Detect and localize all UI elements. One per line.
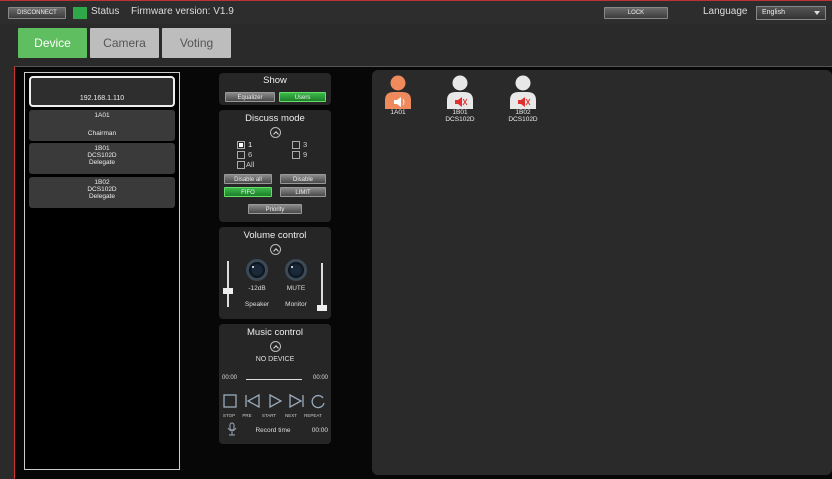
volume-control-panel: Volume control -12dB MUTE Speaker Monito… [219,227,331,319]
seat-id: 1B01 [452,109,468,116]
monitor-volume-value: MUTE [286,285,306,292]
seat-id: 1A01 [390,109,406,116]
disable-button[interactable]: Disable [280,174,326,184]
firmware-version: Firmware version: V1.9 [131,6,234,17]
pre-label: PRE [242,413,252,418]
speaker-slider[interactable] [227,261,229,307]
collapse-icon[interactable] [270,244,281,255]
collapse-icon[interactable] [270,341,281,352]
seat-model: DCS102D [508,116,538,123]
host-device-item[interactable]: 192.168.1.110 [29,76,175,107]
seat-1b01[interactable]: 1B01 DCS102D [440,75,480,123]
muted-person-icon [510,75,536,109]
music-time-start: 00:00 [222,375,238,381]
device-id: 1B01 [94,145,110,152]
record-time-label: Record time [255,427,291,434]
device-id: 1B02 [94,179,110,186]
language-value: English [762,9,785,16]
fifo-button[interactable]: FIFO [224,187,272,197]
list-item[interactable]: 1B01 DCS102D Delegate [29,143,175,174]
discuss-option-label: 9 [303,150,308,159]
priority-button[interactable]: Priority [248,204,302,214]
language-select[interactable]: English [756,6,826,20]
seat-1a01[interactable]: 1A01 [378,75,418,116]
status-indicator [73,7,87,19]
discuss-option-label: 1 [248,140,253,149]
volume-control-title: Volume control [243,230,307,241]
monitor-label: Monitor [285,301,307,308]
show-title: Show [263,75,287,86]
previous-icon[interactable] [245,393,260,409]
device-role: Delegate [88,193,116,200]
repeat-label: REPEAT [304,413,322,418]
music-control-title: Music control [247,327,303,338]
seat-1b02[interactable]: 1B02 DCS102D [503,75,543,123]
users-button[interactable]: Users [279,92,326,102]
start-label: START [261,413,277,418]
speaker-slider-thumb[interactable] [223,288,233,294]
status-label: Status [91,6,120,17]
play-icon[interactable] [269,393,283,409]
device-id: 1A01 [94,112,110,119]
lock-button[interactable]: LOCK [604,7,668,19]
host-ip: 192.168.1.110 [79,95,125,102]
equalizer-button[interactable]: Equalizer [225,92,275,102]
music-progress-bar[interactable] [246,379,302,380]
limit-button[interactable]: LIMIT [280,187,326,197]
monitor-slider-thumb[interactable] [317,305,327,311]
stop-label: STOP [222,413,236,418]
tab-voting[interactable]: Voting [162,28,231,58]
next-label: NEXT [284,413,297,418]
show-panel: Show Equalizer Users [219,73,331,105]
seat-map-panel [372,70,832,475]
music-control-panel: Music control NO DEVICE 00:00 00:00 STOP… [219,324,331,444]
repeat-icon[interactable] [311,394,325,409]
list-item[interactable]: 1B02 DCS102D Delegate [29,177,175,208]
music-device-status: NO DEVICE [255,356,295,363]
chevron-down-icon [814,11,820,15]
device-model: DCS102D [87,186,117,193]
discuss-option-label: 6 [248,150,253,159]
discuss-option-label: All [246,160,255,169]
discuss-option-3-checkbox[interactable] [292,141,300,149]
next-icon[interactable] [289,393,304,409]
seat-id: 1B02 [515,109,531,116]
speaker-volume-knob[interactable] [246,259,268,281]
seat-model: DCS102D [445,116,475,123]
microphone-icon[interactable] [227,422,237,436]
tab-camera[interactable]: Camera [90,28,159,58]
discuss-option-1-checkbox[interactable] [237,141,245,149]
discuss-mode-panel: Discuss mode 1 3 6 9 All Disable all Dis… [219,110,331,222]
speaker-volume-value: -12dB [248,285,266,292]
firmware-value: V1.9 [213,6,234,17]
language-label: Language [703,6,748,17]
discuss-mode-title: Discuss mode [245,113,305,124]
list-item[interactable]: 1A01 Chairman [29,110,175,141]
discuss-option-all-checkbox[interactable] [237,161,245,169]
firmware-label: Firmware version: [131,6,211,17]
music-time-end: 00:00 [312,375,328,381]
discuss-option-label: 3 [303,140,308,149]
device-role: Chairman [87,130,117,137]
monitor-slider[interactable] [321,263,323,309]
collapse-icon[interactable] [270,127,281,138]
disconnect-button[interactable]: DISCONNECT [8,7,66,19]
top-bar: DISCONNECT Status Firmware version: V1.9… [0,0,832,24]
speaker-label: Speaker [244,301,270,308]
discuss-option-6-checkbox[interactable] [237,151,245,159]
device-model: DCS102D [87,152,117,159]
device-role: Delegate [88,159,116,166]
speaking-person-icon [385,75,411,109]
tab-device[interactable]: Device [18,28,87,58]
record-time-value: 00:00 [311,427,328,434]
monitor-volume-knob[interactable] [285,259,307,281]
muted-person-icon [447,75,473,109]
stop-icon[interactable] [223,394,237,408]
disable-all-button[interactable]: Disable all [224,174,272,184]
device-model [29,121,175,128]
transport-controls [223,393,325,409]
discuss-option-9-checkbox[interactable] [292,151,300,159]
